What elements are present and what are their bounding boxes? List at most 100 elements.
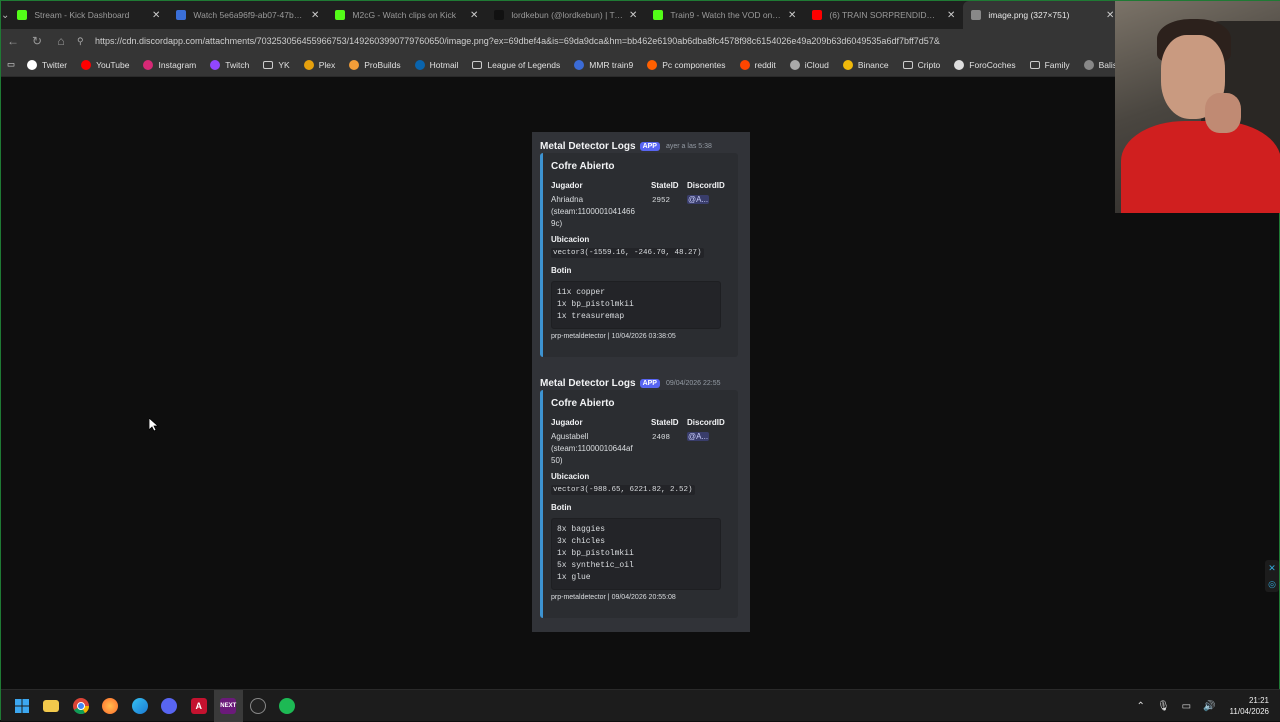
close-icon[interactable]: ✕	[1268, 563, 1276, 574]
discord-screenshot-image: Metal Detector Logs APP ayer a las 5:38 …	[532, 132, 750, 632]
browser-tab[interactable]: Stream - Kick Dashboard ✕	[9, 1, 168, 29]
bookmark-item[interactable]: Hotmail	[414, 59, 458, 70]
url-text: https://cdn.discordapp.com/attachments/7…	[95, 36, 940, 46]
discord-icon[interactable]	[155, 690, 185, 722]
clock[interactable]: 21:21 11/04/2026	[1230, 695, 1269, 717]
network-icon[interactable]: ▭	[1182, 701, 1191, 712]
field-name-location: Ubicacion	[551, 472, 590, 481]
chevron-up-icon[interactable]: ⌃	[1137, 701, 1145, 712]
embed-title: Cofre Abierto	[551, 398, 615, 409]
bookmark-label: Family	[1044, 59, 1070, 70]
bookmark-item[interactable]: reddit	[739, 59, 776, 70]
bookmarks-menu-icon[interactable]: ▭	[7, 59, 15, 70]
tiktok-icon	[494, 10, 505, 20]
home-icon[interactable]: ⌂	[49, 29, 73, 53]
bookmark-label: Pc componentes	[662, 59, 726, 70]
kick-icon	[17, 10, 28, 20]
bookmark-item[interactable]: Cripto	[902, 60, 940, 70]
edge-icon[interactable]	[125, 690, 155, 722]
kick-app-icon[interactable]: NEXT	[213, 689, 243, 722]
firefox-icon[interactable]	[96, 690, 126, 722]
browser-tab[interactable]: Train9 - Watch the VOD on Kick ✕	[645, 1, 804, 29]
loot-line: 5x synthetic_oil	[557, 561, 634, 570]
app-badge: APP	[639, 378, 660, 388]
youtube-icon	[81, 59, 92, 70]
embed-footer: prp-metaldetector | 09/04/2026 20:55:08	[551, 594, 676, 601]
bookmark-item[interactable]: YK	[263, 60, 290, 70]
microphone-icon[interactable]: 🎙	[1157, 701, 1170, 712]
probuilds-icon	[349, 59, 360, 70]
bookmark-item[interactable]: iCloud	[789, 59, 829, 70]
loot-line: 1x bp_pistolmkii	[557, 549, 634, 558]
reload-icon[interactable]: ↻	[25, 29, 49, 53]
bookmark-label: League of Legends	[487, 59, 561, 70]
field-name-stateid: StateID	[651, 418, 679, 427]
loot-line: 3x chicles	[557, 537, 606, 546]
extension-side-panel[interactable]: ✕ ◎	[1265, 560, 1279, 592]
bookmark-item[interactable]: Twitter	[27, 59, 68, 70]
instagram-icon	[143, 59, 154, 70]
folder-icon	[263, 60, 274, 69]
loot-line: 1x treasuremap	[557, 312, 625, 321]
bookmark-item[interactable]: Binance	[842, 59, 889, 70]
browser-tab[interactable]: M2cG - Watch clips on Kick ✕	[327, 1, 486, 29]
file-explorer-icon[interactable]	[37, 690, 67, 722]
browser-tab[interactable]: Watch 5e6a96f9-ab07-47b6-84a7 ✕	[168, 1, 327, 29]
bookmark-label: reddit	[754, 59, 776, 70]
bookmark-item[interactable]: ForoCoches	[954, 59, 1016, 70]
close-icon[interactable]: ✕	[470, 10, 478, 21]
discord-mention[interactable]: @A...	[687, 194, 710, 206]
kick-icon	[653, 10, 664, 20]
close-icon[interactable]: ✕	[1106, 10, 1114, 21]
address-bar[interactable]: ⚲ https://cdn.discordapp.com/attachments…	[77, 31, 1111, 51]
browser-tab[interactable]: lordkebun (@lordkebun) | TikTok ✕	[486, 1, 645, 29]
loot-line: 1x glue	[557, 573, 591, 582]
bookmark-item[interactable]: YouTube	[81, 59, 129, 70]
bookmark-item[interactable]: Plex	[303, 59, 336, 70]
discord-mention[interactable]: @A...	[687, 431, 710, 443]
message-timestamp: 09/04/2026 22:55	[665, 379, 721, 387]
message-timestamp: ayer a las 5:38	[665, 142, 712, 150]
field-name-discordid: DiscordID	[687, 181, 725, 190]
bookmark-item[interactable]: ProBuilds	[349, 59, 401, 70]
message-embed: Cofre Abierto Jugador Agustabell (steam:…	[540, 390, 738, 618]
binance-icon	[842, 59, 853, 70]
bookmark-label: Twitter	[42, 59, 68, 70]
reddit-icon	[739, 59, 750, 70]
balistics-icon	[1083, 59, 1094, 70]
bookmark-item[interactable]: Pc componentes	[647, 59, 726, 70]
close-icon[interactable]: ✕	[947, 10, 955, 21]
tab-search-icon[interactable]: ⌄	[1, 1, 9, 29]
kick-icon	[335, 10, 346, 20]
site-info-icon[interactable]: ⚲	[77, 36, 89, 47]
spotify-icon[interactable]	[273, 690, 303, 722]
obs-icon[interactable]	[243, 690, 273, 722]
chrome-icon[interactable]	[66, 690, 96, 722]
apple-icon	[789, 59, 800, 70]
bookmark-label: ForoCoches	[969, 59, 1016, 70]
browser-tab[interactable]: image.png (327×751) ✕	[963, 1, 1123, 29]
folder-icon	[472, 60, 483, 69]
close-icon[interactable]: ✕	[311, 10, 319, 21]
volume-icon[interactable]: 🔊	[1203, 701, 1215, 712]
close-icon[interactable]: ✕	[788, 10, 796, 21]
bookmark-item[interactable]: Instagram	[143, 59, 196, 70]
browser-tab[interactable]: (6) TRAIN SORPRENDIDO por AR ✕	[804, 1, 963, 29]
bookmark-item[interactable]: MMR train9	[574, 59, 633, 70]
bookmark-item[interactable]: Family	[1029, 59, 1070, 70]
adobe-icon[interactable]: A	[184, 690, 214, 722]
twitch-icon	[210, 59, 221, 70]
extension-icon[interactable]: ◎	[1268, 579, 1276, 590]
windows-start-icon[interactable]	[7, 690, 37, 722]
close-icon[interactable]: ✕	[152, 10, 160, 21]
back-icon[interactable]: ←	[1, 29, 25, 53]
bookmark-label: Plex	[318, 59, 336, 70]
field-value-player: Agustabell (steam:11000010644af 50)	[551, 432, 633, 465]
folder-icon	[902, 60, 913, 69]
bookmark-item[interactable]: League of Legends	[472, 60, 560, 70]
plex-icon	[303, 59, 314, 70]
bookmark-item[interactable]: Twitch	[210, 59, 249, 70]
image-viewer: Metal Detector Logs APP ayer a las 5:38 …	[1, 78, 1280, 686]
close-icon[interactable]: ✕	[629, 10, 637, 21]
screen: ⌄ Stream - Kick Dashboard ✕ Watch 5e6a96f9…	[0, 0, 1280, 722]
